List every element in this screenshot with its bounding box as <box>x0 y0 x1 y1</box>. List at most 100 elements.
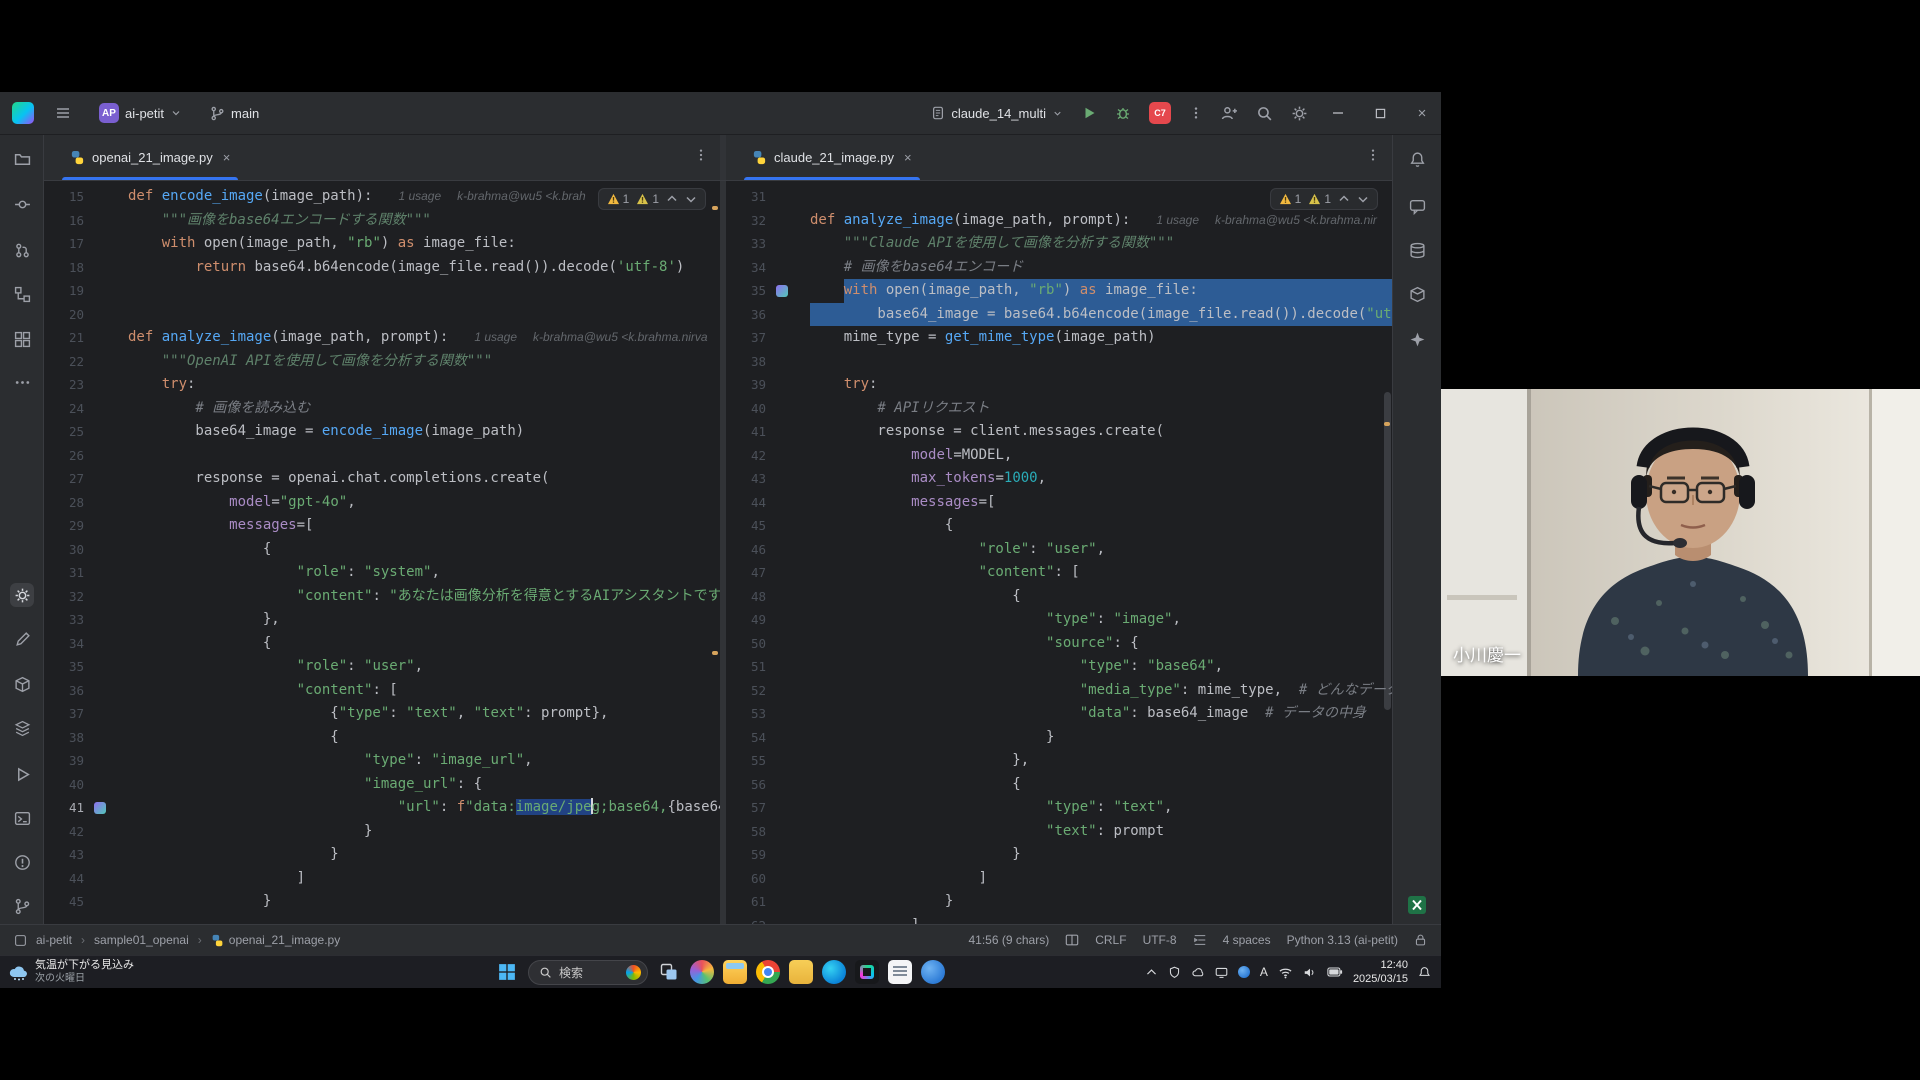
code-text[interactable]: "text": prompt <box>810 820 1392 844</box>
code-line[interactable]: 49 "type": "image", <box>726 608 1392 632</box>
code-line[interactable]: 17 with open(image_path, "rb") as image_… <box>44 232 720 256</box>
line-number[interactable]: 40 <box>44 773 84 797</box>
code-text[interactable]: try: <box>128 373 720 397</box>
chrome-app-icon[interactable] <box>756 960 780 984</box>
code-line[interactable]: 35 "role": "user", <box>44 655 720 679</box>
author-inlay-hint[interactable]: k-brahma@wu5 <k.brah <box>457 189 586 203</box>
line-number[interactable]: 58 <box>726 820 766 844</box>
code-line[interactable]: 33 }, <box>44 608 720 632</box>
code-line[interactable]: 58 "text": prompt <box>726 820 1392 844</box>
line-number[interactable]: 23 <box>44 373 84 397</box>
folder-app-icon[interactable] <box>789 960 813 984</box>
tray-cloud-icon[interactable] <box>1191 966 1205 979</box>
line-number[interactable]: 49 <box>726 608 766 632</box>
code-text[interactable]: } <box>810 890 1392 914</box>
line-number[interactable]: 34 <box>44 632 84 656</box>
code-text[interactable]: "content": [ <box>128 679 720 703</box>
sidebar-terminal-icon[interactable] <box>10 806 34 830</box>
inspections-widget[interactable]: 1 1 <box>1270 188 1378 210</box>
line-number[interactable]: 42 <box>44 820 84 844</box>
line-number[interactable]: 25 <box>44 420 84 444</box>
debug-button[interactable] <box>1108 100 1138 126</box>
line-number[interactable]: 46 <box>726 538 766 562</box>
dependencies-icon[interactable] <box>1405 282 1429 306</box>
code-text[interactable]: response = openai.chat.completions.creat… <box>128 467 720 491</box>
breadcrumb-file[interactable]: openai_21_image.py <box>211 933 340 947</box>
code-line[interactable]: 37 mime_type = get_mime_type(image_path) <box>726 326 1392 350</box>
line-number[interactable]: 43 <box>44 843 84 867</box>
code-text[interactable]: { <box>128 538 720 562</box>
interpreter-indicator[interactable]: Python 3.13 (ai-petit) <box>1287 933 1398 947</box>
line-number[interactable]: 45 <box>44 890 84 914</box>
communication-app-icon[interactable] <box>921 960 945 984</box>
prev-issue-icon[interactable] <box>1338 193 1350 205</box>
settings-button[interactable] <box>1284 100 1315 127</box>
line-number[interactable]: 39 <box>44 749 84 773</box>
code-text[interactable]: mime_type = get_mime_type(image_path) <box>810 326 1392 350</box>
code-text[interactable]: "data": base64_image # データの中身 <box>810 702 1392 726</box>
code-line[interactable]: 61 } <box>726 890 1392 914</box>
sidebar-services-icon[interactable] <box>10 716 34 740</box>
ai-gutter-icon[interactable] <box>776 285 788 297</box>
line-number[interactable]: 28 <box>44 491 84 515</box>
line-number[interactable]: 18 <box>44 256 84 280</box>
code-line[interactable]: 35 with open(image_path, "rb") as image_… <box>726 279 1392 303</box>
code-text[interactable]: def analyze_image(image_path, prompt):1 … <box>810 209 1392 233</box>
code-line[interactable]: 25 base64_image = encode_image(image_pat… <box>44 420 720 444</box>
task-view-button[interactable] <box>657 960 681 984</box>
line-number[interactable]: 60 <box>726 867 766 891</box>
line-number[interactable]: 61 <box>726 890 766 914</box>
code-text[interactable]: { <box>128 726 720 750</box>
sidebar-plugins-icon[interactable] <box>10 327 34 351</box>
line-number[interactable]: 40 <box>726 397 766 421</box>
run-widget-red-badge[interactable]: C7 <box>1142 97 1178 129</box>
code-text[interactable]: def analyze_image(image_path, prompt):1 … <box>128 326 720 350</box>
code-line[interactable]: 45 } <box>44 890 720 914</box>
line-number[interactable]: 30 <box>44 538 84 562</box>
code-text[interactable]: messages=[ <box>810 491 1392 515</box>
code-line[interactable]: 33 """Claude APIを使用して画像を分析する関数""" <box>726 232 1392 256</box>
code-text[interactable]: model="gpt-4o", <box>128 491 720 515</box>
line-number[interactable]: 26 <box>44 444 84 468</box>
code-line[interactable]: 40 "image_url": { <box>44 773 720 797</box>
status-widget-icon[interactable] <box>1065 933 1079 947</box>
taskbar-weather-widget[interactable]: 気温が下がる見込み 次の火曜日 <box>8 956 134 988</box>
code-line[interactable]: 41 "url": f"data:image/jpeg;base64,{base… <box>44 796 720 820</box>
code-line[interactable]: 31 "role": "system", <box>44 561 720 585</box>
line-number[interactable]: 57 <box>726 796 766 820</box>
code-text[interactable]: "source": { <box>810 632 1392 656</box>
code-line[interactable]: 54 } <box>726 726 1392 750</box>
line-number[interactable]: 47 <box>726 561 766 585</box>
database-icon[interactable] <box>1405 238 1429 262</box>
code-line[interactable]: 47 "content": [ <box>726 561 1392 585</box>
warning-stripe-mark[interactable] <box>712 206 718 210</box>
code-text[interactable] <box>128 303 720 327</box>
vcs-branch-button[interactable]: main <box>203 101 266 126</box>
code-line[interactable]: 29 messages=[ <box>44 514 720 538</box>
code-line[interactable]: 20 <box>44 303 720 327</box>
usages-inlay-hint[interactable]: 1 usage <box>398 189 441 203</box>
line-number[interactable]: 33 <box>44 608 84 632</box>
line-number[interactable]: 53 <box>726 702 766 726</box>
code-line[interactable]: 28 model="gpt-4o", <box>44 491 720 515</box>
code-text[interactable]: "role": "user", <box>128 655 720 679</box>
line-number[interactable]: 15 <box>44 185 84 209</box>
line-number[interactable]: 59 <box>726 843 766 867</box>
line-number[interactable]: 48 <box>726 585 766 609</box>
code-text[interactable]: } <box>128 890 720 914</box>
sidebar-more-icon[interactable] <box>10 370 34 394</box>
code-line[interactable]: 56 { <box>726 773 1392 797</box>
tray-shield-icon[interactable] <box>1168 966 1181 979</box>
code-line[interactable]: 22 """OpenAI APIを使用して画像を分析する関数""" <box>44 350 720 374</box>
code-line[interactable]: 45 { <box>726 514 1392 538</box>
line-number[interactable]: 36 <box>726 303 766 327</box>
sidebar-settings-icon[interactable] <box>10 583 34 607</box>
run-configuration-selector[interactable]: claude_14_multi <box>924 101 1070 126</box>
line-number[interactable]: 35 <box>726 279 766 303</box>
code-line[interactable]: 37 {"type": "text", "text": prompt}, <box>44 702 720 726</box>
ime-indicator[interactable]: A <box>1260 965 1268 979</box>
code-text[interactable]: "content": "あなたは画像分析を得意とするAIアシスタントです。 <box>128 585 720 609</box>
sidebar-problems-icon[interactable] <box>10 850 34 874</box>
ai-assistant-icon[interactable] <box>1405 194 1429 218</box>
tab-claude-21-image[interactable]: claude_21_image.py × <box>742 135 922 180</box>
